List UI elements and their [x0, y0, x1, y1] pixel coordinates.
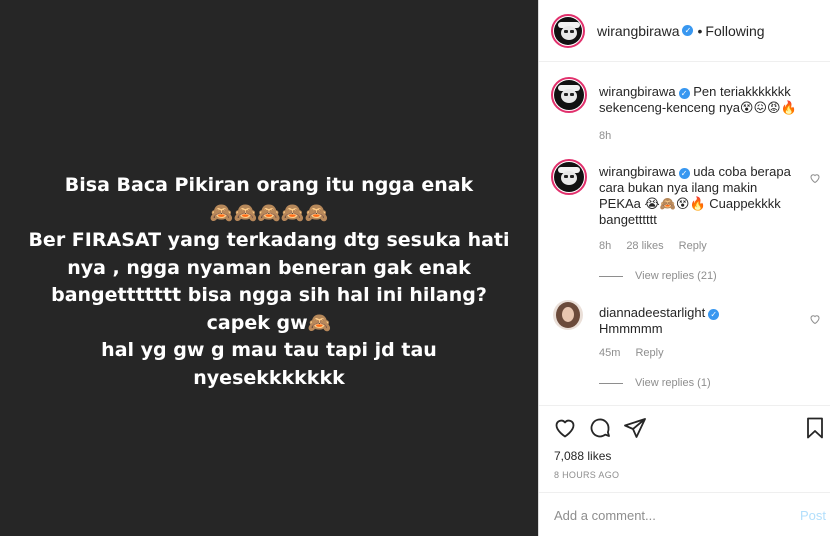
reply-button[interactable]: Reply	[635, 347, 663, 359]
comment-time[interactable]: 8h	[599, 240, 611, 252]
comment-time[interactable]: 45m	[599, 347, 620, 359]
comment-avatar[interactable]	[551, 159, 587, 195]
post-media[interactable]: Bisa Baca Pikiran orang itu ngga enak 🙈🙈…	[0, 0, 538, 536]
verified-icon: ✓	[708, 309, 720, 320]
post-text-image: Bisa Baca Pikiran orang itu ngga enak 🙈🙈…	[0, 172, 538, 392]
view-replies-button[interactable]: View replies (1)	[599, 377, 711, 389]
avatar[interactable]	[551, 13, 585, 48]
caption-avatar[interactable]	[551, 77, 587, 113]
post-comment-button[interactable]: Post	[800, 508, 826, 523]
caption-time[interactable]: 8h	[599, 130, 611, 142]
heart-icon[interactable]	[553, 416, 577, 440]
post-sidebar: wirangbirawa ✓ • Following wirangbirawa ✓…	[538, 0, 830, 536]
header-username[interactable]: wirangbirawa	[597, 23, 679, 39]
post-text-line: Ber FIRASAT yang terkadang dtg sesuka ha…	[28, 229, 510, 251]
post-text-line: nyesekkkkkkk	[193, 366, 345, 389]
post-text-line: capek gw🙈	[206, 311, 332, 334]
comments-list[interactable]: wirangbirawa ✓ Pen teriakkkkkkk sekenceng…	[539, 63, 830, 405]
comment-like-heart-icon[interactable]	[809, 172, 821, 184]
post-header: wirangbirawa ✓ • Following	[539, 0, 830, 62]
comment-like-heart-icon[interactable]	[809, 313, 821, 325]
verified-icon: ✓	[678, 88, 690, 99]
following-button[interactable]: Following	[705, 23, 764, 39]
comment-likes[interactable]: 28 likes	[626, 240, 663, 252]
comment-input[interactable]: Add a comment...	[554, 508, 800, 523]
share-icon[interactable]	[623, 416, 647, 440]
comment-username[interactable]: wirangbirawa	[599, 164, 676, 179]
action-bar	[553, 416, 827, 442]
comment-avatar[interactable]	[553, 300, 583, 330]
divider-line	[599, 382, 623, 384]
caption: wirangbirawa ✓ Pen teriakkkkkkk sekenceng…	[551, 77, 821, 147]
view-replies-button[interactable]: View replies (21)	[599, 270, 717, 282]
comment-item: wirangbirawa ✓ uda coba berapa cara bukan…	[551, 159, 821, 282]
comment-item: diannadeestarlight ✓ Hmmmmm 45m Reply Vie…	[551, 300, 821, 390]
divider-line	[599, 275, 623, 277]
comment-composer: Add a comment... Post	[539, 492, 830, 536]
comment-text: Hmmmmm	[599, 321, 663, 336]
post-text-line: bangettttttt bisa ngga sih hal ini hilan…	[51, 284, 487, 306]
view-replies-label: View replies (21)	[635, 270, 717, 282]
comment-icon[interactable]	[588, 416, 612, 440]
likes-count[interactable]: 7,088 likes	[554, 449, 611, 463]
post-text-line: Bisa Baca Pikiran orang itu ngga enak	[64, 174, 474, 196]
caption-username[interactable]: wirangbirawa	[599, 84, 676, 99]
comment-username[interactable]: diannadeestarlight	[599, 305, 705, 320]
post-actions: 7,088 likes 8 HOURS AGO Add a comment...…	[539, 405, 830, 536]
bookmark-icon[interactable]	[803, 416, 827, 440]
post-text-line: 🙈🙈🙈🙈🙈	[209, 201, 329, 224]
instagram-post-view: Bisa Baca Pikiran orang itu ngga enak 🙈🙈…	[0, 0, 830, 536]
reply-button[interactable]: Reply	[679, 240, 707, 252]
verified-icon: ✓	[678, 168, 690, 179]
separator-dot: •	[697, 22, 703, 39]
post-text-line: nya , ngga nyaman beneran gak enak	[67, 256, 471, 279]
verified-icon: ✓	[682, 25, 694, 36]
view-replies-label: View replies (1)	[635, 377, 711, 389]
post-text-line: hal yg gw g mau tau tapi jd tau	[101, 339, 437, 361]
post-timestamp[interactable]: 8 HOURS AGO	[554, 470, 619, 480]
